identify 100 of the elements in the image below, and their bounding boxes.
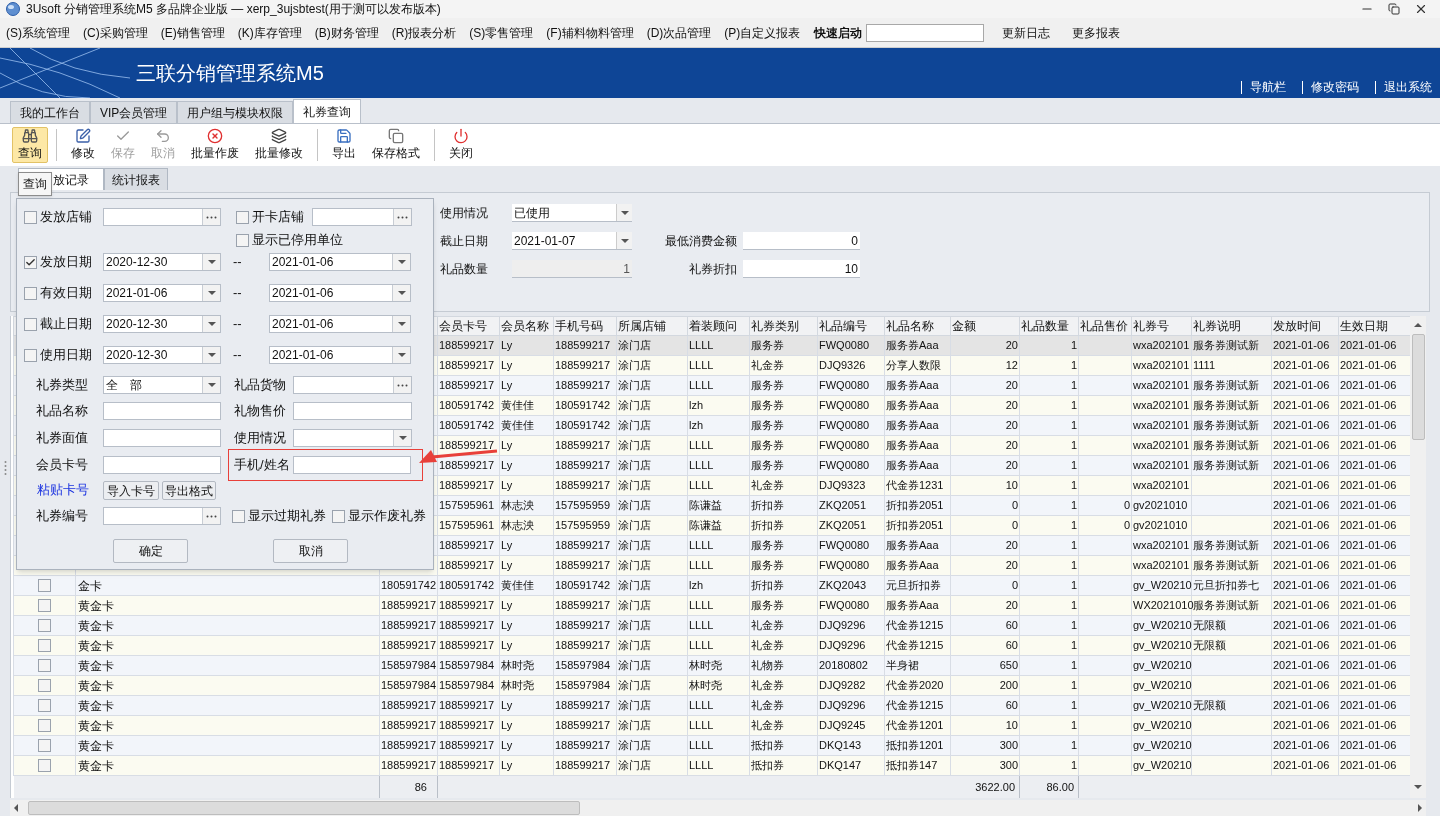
grip-icon[interactable] bbox=[3, 460, 7, 477]
checkbox[interactable] bbox=[38, 659, 51, 672]
column-header[interactable]: 发放时间 bbox=[1271, 316, 1339, 336]
banner-link[interactable]: 退出系统 bbox=[1375, 81, 1432, 94]
date-field[interactable]: 2021-01-06 bbox=[269, 284, 411, 302]
date-field[interactable]: 2021-01-06 bbox=[269, 315, 411, 333]
checkbox[interactable] bbox=[24, 286, 37, 300]
checkbox[interactable] bbox=[38, 719, 51, 732]
table-row[interactable]: 金卡 180591742 180591742 黄佳佳 180591742 涂门店 lzh 折扣券 ZKQ2043 元旦折扣券 0 1 gv_W20210元旦折扣券七 2021-01-06 2021-01-06 bbox=[13, 575, 1412, 596]
text-field[interactable] bbox=[293, 402, 412, 420]
tab[interactable]: 用户组与模块权限 bbox=[177, 101, 294, 123]
picker-field[interactable] bbox=[103, 507, 221, 525]
toolbar-button[interactable]: 保存格式 bbox=[366, 127, 426, 163]
dropdown-field[interactable] bbox=[293, 429, 412, 447]
tab[interactable]: VIP会员管理 bbox=[90, 101, 178, 123]
checkbox[interactable] bbox=[38, 579, 51, 592]
checkbox[interactable] bbox=[24, 210, 37, 224]
dropdown-field[interactable]: 全 部 bbox=[103, 376, 221, 394]
checkbox[interactable] bbox=[38, 739, 51, 752]
tab[interactable]: 我的工作台 bbox=[10, 101, 90, 123]
menu-item[interactable]: (S)零售管理 bbox=[469, 23, 534, 42]
checkbox[interactable] bbox=[24, 348, 37, 362]
menu-item[interactable]: (B)财务管理 bbox=[314, 23, 379, 42]
tab[interactable]: 统计报表 bbox=[104, 168, 168, 190]
checkbox[interactable] bbox=[38, 679, 51, 692]
menu-item[interactable]: (S)系统管理 bbox=[6, 23, 70, 42]
menu-item[interactable]: (C)采购管理 bbox=[83, 23, 148, 42]
column-header[interactable]: 会员名称 bbox=[499, 316, 554, 336]
picker-field[interactable] bbox=[293, 376, 412, 394]
text-field[interactable] bbox=[103, 402, 221, 420]
date-field[interactable]: 2020-12-30 bbox=[103, 253, 221, 271]
date-field[interactable]: 2021-01-06 bbox=[269, 346, 411, 364]
tab[interactable]: 礼券查询 bbox=[293, 99, 362, 123]
column-header[interactable]: 礼券说明 bbox=[1191, 316, 1272, 336]
column-header[interactable]: 所属店铺 bbox=[616, 316, 688, 336]
menu-item[interactable]: (R)报表分析 bbox=[391, 23, 457, 42]
text-field[interactable] bbox=[103, 456, 221, 474]
text-field[interactable] bbox=[293, 456, 411, 474]
checkbox[interactable] bbox=[236, 233, 249, 247]
column-header[interactable]: 金额 bbox=[950, 316, 1020, 336]
checkbox[interactable] bbox=[24, 317, 37, 331]
paste-link[interactable]: 粘贴卡号 bbox=[37, 482, 89, 498]
column-header[interactable]: 礼券号 bbox=[1131, 316, 1192, 336]
column-header[interactable]: 礼品数量 bbox=[1019, 316, 1079, 336]
cancel-button[interactable]: 取消 bbox=[273, 539, 348, 563]
column-header[interactable]: 礼品名称 bbox=[884, 316, 951, 336]
column-header[interactable]: 礼品编号 bbox=[817, 316, 885, 336]
checkbox[interactable] bbox=[232, 509, 245, 523]
browse-button[interactable] bbox=[202, 209, 220, 225]
table-row[interactable]: 黄金卡 188599217 188599217 Ly 188599217 涂门店 LLLL 礼金券 DJQ9245 代金券1201 10 1 gv_W20210 2021-01-06 2021-01-06 bbox=[13, 715, 1412, 736]
banner-link[interactable]: 修改密码 bbox=[1302, 81, 1359, 94]
checkbox[interactable] bbox=[38, 699, 51, 712]
toolbar-button[interactable]: 批量修改 bbox=[249, 127, 309, 163]
menu-link[interactable]: 更新日志 bbox=[1002, 23, 1051, 42]
picker-field[interactable] bbox=[312, 208, 412, 226]
date-field[interactable]: 2020-12-30 bbox=[103, 346, 221, 364]
toolbar-button[interactable]: 关闭 bbox=[443, 127, 479, 163]
number-field[interactable]: 10 bbox=[743, 260, 860, 278]
menu-item[interactable]: (P)自定义报表 bbox=[724, 23, 801, 42]
menu-item[interactable]: (K)库存管理 bbox=[237, 23, 302, 42]
ok-button[interactable]: 确定 bbox=[113, 539, 188, 563]
menu-item[interactable]: (E)销售管理 bbox=[160, 23, 225, 42]
date-field[interactable]: 2021-01-06 bbox=[103, 284, 221, 302]
toolbar-button[interactable]: 导出 bbox=[326, 127, 362, 163]
checkbox[interactable] bbox=[24, 255, 37, 269]
checkbox[interactable] bbox=[236, 210, 249, 224]
checkbox[interactable] bbox=[38, 759, 51, 772]
table-row[interactable]: 黄金卡 188599217 188599217 Ly 188599217 涂门店 LLLL 抵扣券 DKQ147 抵扣券147 300 1 gv_W20210 2021-01-06 2021-01-06 bbox=[13, 755, 1412, 776]
column-header[interactable]: 会员卡号 bbox=[437, 316, 500, 336]
table-row[interactable]: 黄金卡 158597984 158597984 林时尧 158597984 涂门店 林时尧 礼物券 20180802 半身裙 650 1 gv_W20210 2021-01-06 2021-01-06 bbox=[13, 655, 1412, 676]
column-header[interactable]: 礼品售价 bbox=[1078, 316, 1132, 336]
picker-field[interactable] bbox=[103, 208, 221, 226]
quick-launch-field[interactable] bbox=[866, 23, 985, 42]
browse-button[interactable] bbox=[393, 209, 411, 225]
toolbar-button[interactable]: 查询 bbox=[12, 127, 48, 163]
export-format-button[interactable]: 导出格式 bbox=[162, 480, 216, 500]
menu-item[interactable]: (D)次品管理 bbox=[646, 23, 712, 42]
table-row[interactable]: 黄金卡 188599217 188599217 Ly 188599217 涂门店 LLLL 礼金券 DJQ9296 代金券1215 60 1 gv_W20210无限额 2021-01-06 2021-01-06 bbox=[13, 615, 1412, 636]
menu-item[interactable]: (F)辅料物料管理 bbox=[546, 23, 634, 42]
vertical-scrollbar[interactable] bbox=[1410, 316, 1426, 798]
browse-button[interactable] bbox=[393, 377, 411, 393]
dropdown-field[interactable]: 已使用 bbox=[512, 204, 632, 222]
checkbox[interactable] bbox=[38, 619, 51, 632]
close-icon[interactable] bbox=[1414, 2, 1428, 16]
table-row[interactable]: 黄金卡 188599217 188599217 Ly 188599217 涂门店 LLLL 礼金券 DJQ9296 代金券1215 60 1 gv_W20210无限额 2021-01-06 2021-01-06 bbox=[13, 695, 1412, 716]
column-header[interactable]: 礼券类别 bbox=[749, 316, 818, 336]
scroll-thumb[interactable] bbox=[28, 801, 580, 815]
scroll-thumb[interactable] bbox=[1411, 334, 1425, 440]
column-header[interactable]: 手机号码 bbox=[553, 316, 617, 336]
banner-link[interactable]: 导航栏 bbox=[1241, 81, 1286, 94]
table-row[interactable]: 黄金卡 188599217 188599217 Ly 188599217 涂门店 LLLL 服务券 FWQ0080 服务券Aaa 20 1 WX2021010服务券测试新 2021-01-06 2021-01-06 bbox=[13, 595, 1412, 616]
restore-icon[interactable] bbox=[1388, 3, 1400, 15]
import-button[interactable]: 导入卡号 bbox=[103, 480, 159, 500]
toolbar-button[interactable]: 修改 bbox=[65, 127, 101, 163]
text-field[interactable] bbox=[103, 429, 221, 447]
toolbar-button[interactable]: 批量作废 bbox=[185, 127, 245, 163]
checkbox[interactable] bbox=[332, 509, 345, 523]
table-row[interactable]: 黄金卡 188599217 188599217 Ly 188599217 涂门店 LLLL 礼金券 DJQ9296 代金券1215 60 1 gv_W20210无限额 2021-01-06 2021-01-06 bbox=[13, 635, 1412, 656]
horizontal-scrollbar[interactable] bbox=[10, 799, 1426, 816]
checkbox[interactable] bbox=[38, 639, 51, 652]
